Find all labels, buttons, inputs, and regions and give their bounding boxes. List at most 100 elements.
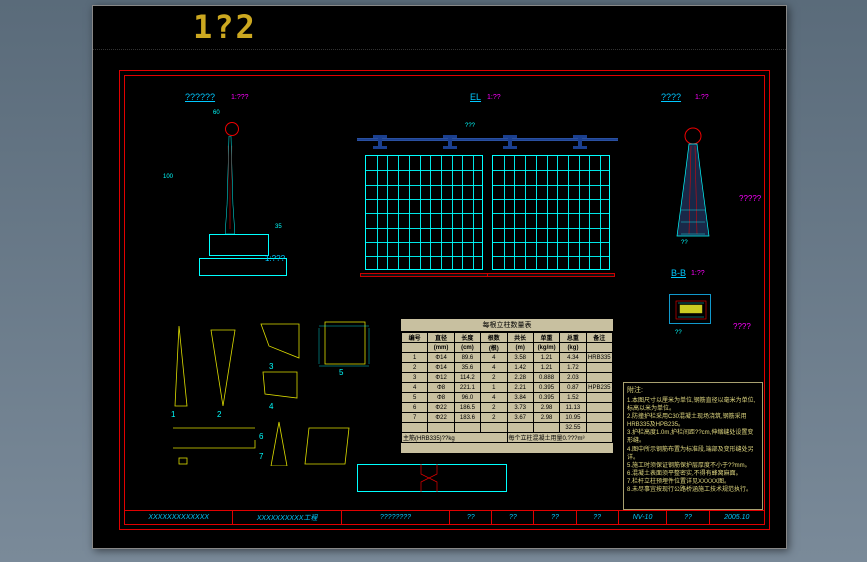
- table-cell: 183.6: [454, 413, 480, 423]
- dim-h1: 100: [163, 174, 173, 180]
- th: 总重: [560, 333, 586, 343]
- bb-panel: [669, 294, 711, 324]
- scale-section-a: 1:???: [231, 94, 249, 101]
- slab-plan: [357, 464, 507, 492]
- bar-label-4: 4: [269, 402, 273, 411]
- table-cell: 2: [402, 363, 428, 373]
- table-units-row: (mm) (cm) (根) (m) (kg/m) (kg): [402, 343, 613, 353]
- table-cell: 0.888: [533, 373, 559, 383]
- table-cell: Φ12: [428, 373, 454, 383]
- table-cell: 1.21: [533, 353, 559, 363]
- label-section-a: ??????: [185, 92, 215, 102]
- post-detail-svg: [653, 126, 733, 246]
- barrier-base: [487, 273, 615, 277]
- table-cell: 221.1: [454, 383, 480, 393]
- post-detail-view: ??: [653, 126, 733, 246]
- bar-label-7: 7: [259, 452, 263, 461]
- tb-org: XXXXXXXXXXXXX: [125, 511, 233, 524]
- barrier-grid-left: [365, 155, 483, 270]
- table-cell: 2: [481, 403, 507, 413]
- table-cell: [533, 423, 559, 433]
- drawing-frame-outer: ?????? 1:??? EL 1:?? ???? 1:?? ????? B-B…: [119, 70, 770, 530]
- table-cell: [586, 403, 612, 413]
- bar-label-3: 3: [269, 362, 273, 371]
- table-row: 6Φ22186.523.732.9811.13: [402, 403, 613, 413]
- table-row: 4Φ8221.112.210.3950.87HPB235: [402, 383, 613, 393]
- table-body: 编号 直径 长度 根数 共长 单重 总重 备注 (: [401, 332, 613, 443]
- table-footnote-r: 每个立柱混凝土用量0.???m³: [507, 433, 613, 443]
- table-cell: 2.98: [533, 413, 559, 423]
- table-cell: 10.95: [560, 413, 586, 423]
- table-row: 1Φ1489.643.581.214.34HRB335: [402, 353, 613, 363]
- table-rows: 1Φ1489.643.581.214.34HRB3352Φ1435.641.42…: [402, 353, 613, 433]
- table-row: 2Φ1435.641.421.211.72: [402, 363, 613, 373]
- table-cell: 0.395: [533, 383, 559, 393]
- notes-line: 4.图中所示钢筋布置为标准段,端部及变形缝处另详。: [624, 446, 762, 462]
- th: (根): [481, 343, 507, 353]
- table-cell: 4.34: [560, 353, 586, 363]
- cross-section-a: 100 60 35 1:???: [179, 134, 289, 294]
- table-cell: 4: [481, 363, 507, 373]
- tb-c6: ??: [534, 511, 576, 524]
- tb-date: 2005.10: [710, 511, 764, 524]
- table-cell: 35.6: [454, 363, 480, 373]
- table-cell: [586, 363, 612, 373]
- tb-dwgno: NV-10: [619, 511, 668, 524]
- dim-bb-w: ??: [675, 330, 682, 336]
- notes-body: 1.本图尺寸以厘米为单位,钢筋直径以毫米为单位,标高以米为单位。2.防撞护栏采用…: [624, 397, 762, 494]
- tb-c9: ??: [667, 511, 709, 524]
- table-cell: 3.58: [507, 353, 533, 363]
- table-cell: 1: [481, 383, 507, 393]
- table-cell: [507, 423, 533, 433]
- ibeam-icon: [443, 135, 457, 149]
- tb-project: XXXXXXXXXX工程: [233, 511, 341, 524]
- dim-post-w: ??: [681, 240, 688, 246]
- table-row: 32.55: [402, 423, 613, 433]
- th: 长度: [454, 333, 480, 343]
- titlebar: 1?2: [93, 6, 786, 50]
- th: 单重: [533, 333, 559, 343]
- table-cell: 2.03: [560, 373, 586, 383]
- table-cell: 1.72: [560, 363, 586, 373]
- drawing-frame-inner: ?????? 1:??? EL 1:?? ???? 1:?? ????? B-B…: [124, 75, 765, 525]
- th: 备注: [586, 333, 612, 343]
- tb-c4: ??: [450, 511, 492, 524]
- section-bb-view: ??: [653, 276, 731, 372]
- post-svg: [225, 136, 235, 234]
- barrier-base: [360, 273, 488, 277]
- tb-c7: ??: [577, 511, 619, 524]
- bar-label-5: 5: [339, 368, 343, 377]
- label-elevation: EL: [470, 92, 481, 102]
- th: (kg): [560, 343, 586, 353]
- scale-post: 1:??: [695, 94, 709, 101]
- window-title: 1?2: [193, 8, 257, 46]
- table-cell: 2.28: [507, 373, 533, 383]
- table-cell: 2.21: [507, 383, 533, 393]
- table-cell: 1.42: [507, 363, 533, 373]
- th: (kg/m): [533, 343, 559, 353]
- table-cell: 3.84: [507, 393, 533, 403]
- table-cell: Φ22: [428, 413, 454, 423]
- table-cell: 89.6: [454, 353, 480, 363]
- table-cell: 4: [402, 383, 428, 393]
- table-cell: 96.0: [454, 393, 480, 403]
- notes-line: 8.未尽事宜按现行公路桥涵施工技术规范执行。: [624, 486, 762, 494]
- table-row: 5Φ896.043.840.3951.52: [402, 393, 613, 403]
- drawing-canvas[interactable]: ?????? 1:??? EL 1:?? ???? 1:?? ????? B-B…: [101, 52, 778, 538]
- table-cell: 114.2: [454, 373, 480, 383]
- break-line-icon: [417, 464, 441, 492]
- table-cell: 2.98: [533, 403, 559, 413]
- notes-title: 附注:: [624, 383, 762, 397]
- table-cell: HPB235: [586, 383, 612, 393]
- bar-schedule-area: 1 2 3 4 5 6 7: [169, 316, 379, 466]
- notes-line: 2.防撞护栏采用C30混凝土现场浇筑,钢筋采用HRB335及HPB235。: [624, 413, 762, 429]
- table-title: 每根立柱数量表: [401, 319, 613, 332]
- table-footnote-l: 主筋(HRB335)??kg: [402, 433, 508, 443]
- dim-h2: 35: [275, 224, 282, 230]
- table-row: 3Φ12114.222.280.8882.03: [402, 373, 613, 383]
- label-detail-side: ????: [733, 322, 751, 331]
- table-cell: 1.21: [533, 363, 559, 373]
- dim-elev-span: ???: [465, 123, 475, 129]
- table-cell: Φ14: [428, 353, 454, 363]
- th: 共长: [507, 333, 533, 343]
